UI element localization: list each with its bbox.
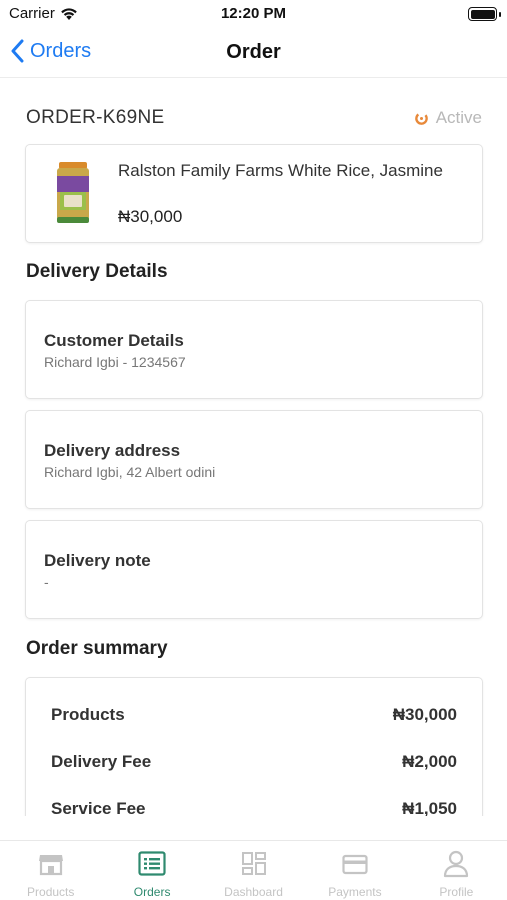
battery-tip: [499, 12, 501, 17]
summary-row-label: Delivery Fee: [51, 752, 152, 771]
product-image: [57, 162, 89, 223]
dashboard-icon: [241, 852, 266, 875]
order-header: ORDER-K69NE Active: [26, 107, 482, 131]
summary-row-service-fee: Service Fee ₦1,050: [51, 799, 457, 816]
list-icon: [138, 851, 166, 876]
delivery-note-value: -: [44, 574, 49, 590]
delivery-address-label: Delivery address: [44, 441, 181, 460]
order-id: ORDER-K69NE: [26, 107, 165, 128]
product-price: ₦30,000: [118, 207, 183, 226]
card-icon: [342, 854, 368, 875]
summary-row-label: Products: [51, 705, 125, 724]
status-label: Active: [435, 108, 482, 127]
order-detail-content[interactable]: ORDER-K69NE Active Ralston Family Farms …: [0, 79, 507, 816]
store-icon: [38, 855, 63, 876]
delivery-note-card[interactable]: Delivery note -: [25, 520, 483, 619]
delivery-address-value: Richard Igbi, 42 Albert odini: [44, 464, 216, 480]
delivery-section-title: Delivery Details: [26, 261, 168, 282]
status-badge: Active: [414, 108, 482, 128]
summary-row-delivery-fee: Delivery Fee ₦2,000: [51, 752, 457, 774]
customer-details-value: Richard Igbi - 1234567: [44, 354, 186, 370]
tab-label: Products: [27, 885, 75, 899]
order-summary-card: Products ₦30,000 Delivery Fee ₦2,000 Ser…: [25, 677, 483, 816]
tab-label: Payments: [328, 885, 382, 899]
summary-row-value: ₦30,000: [392, 705, 457, 724]
tab-label: Dashboard: [224, 885, 283, 899]
person-icon: [444, 850, 469, 878]
tab-label: Orders: [133, 885, 171, 899]
tab-payments[interactable]: Payments: [304, 841, 405, 900]
tab-dashboard[interactable]: Dashboard: [203, 841, 304, 900]
tab-label: Profile: [439, 885, 474, 899]
back-label: Orders: [30, 39, 92, 62]
clock: 12:20 PM: [220, 5, 287, 22]
product-name: Ralston Family Farms White Rice, Jasmine: [118, 161, 443, 180]
navigation-bar: Orders Order: [0, 30, 507, 78]
delivery-note-label: Delivery note: [44, 551, 151, 570]
summary-row-products: Products ₦30,000: [51, 705, 457, 727]
summary-row-value: ₦1,050: [402, 799, 457, 816]
tab-orders[interactable]: Orders: [101, 841, 202, 900]
tab-products[interactable]: Products: [0, 841, 101, 900]
customer-details-card[interactable]: Customer Details Richard Igbi - 1234567: [25, 300, 483, 399]
customer-details-label: Customer Details: [44, 331, 184, 350]
summary-row-value: ₦2,000: [402, 752, 457, 771]
summary-row-label: Service Fee: [51, 799, 146, 816]
tab-bar: Products Orders Dashboard Payments Profi…: [0, 840, 507, 900]
delivery-address-card[interactable]: Delivery address Richard Igbi, 42 Albert…: [25, 410, 483, 509]
battery-icon: [468, 7, 497, 21]
back-button[interactable]: Orders: [10, 39, 91, 63]
order-summary-title: Order summary: [26, 638, 168, 659]
tab-profile[interactable]: Profile: [406, 841, 507, 900]
product-card[interactable]: Ralston Family Farms White Rice, Jasmine…: [25, 144, 483, 243]
status-bar: Carrier 12:20 PM: [0, 0, 507, 30]
status-progress-icon: [414, 111, 428, 125]
chevron-left-icon: [11, 39, 24, 63]
